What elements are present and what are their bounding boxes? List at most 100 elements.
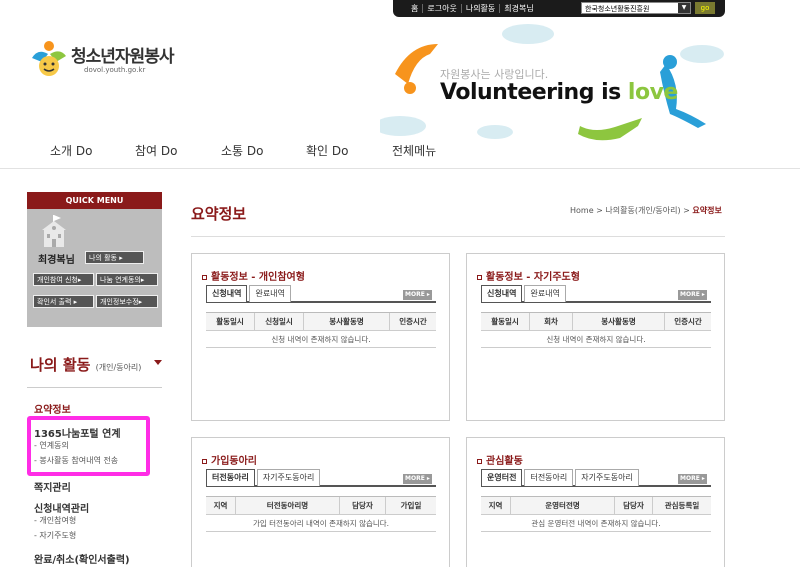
- column-header: 봉사활동명: [304, 313, 390, 330]
- more-button[interactable]: MORE ▸: [403, 474, 432, 484]
- quick-menu: 최경복님 나의 활동 ▸ 개인참여 신청▸ 나눔 연계동의▸ 확인서 출력 ▸ …: [27, 209, 162, 327]
- tab-base-club[interactable]: 터전동아리: [524, 469, 574, 486]
- tab-self-directed-club[interactable]: 자기주도동아리: [575, 469, 639, 486]
- nav-participate[interactable]: 참여 Do: [135, 142, 177, 159]
- panel-title-text: 활동정보 - 자기주도형: [486, 272, 580, 283]
- left-menu-personal-type[interactable]: - 개인참여형: [34, 515, 76, 526]
- tab-applied[interactable]: 신청내역: [481, 285, 523, 302]
- column-header: 터전동아리명: [236, 497, 340, 514]
- panel-self-directed-activity: 활동정보 - 자기주도형 신청내역 완료내역 MORE ▸ 활동일시 회차 봉사…: [466, 253, 725, 421]
- quick-menu-user-name: 최경복님: [38, 255, 75, 266]
- column-header: 회차: [530, 313, 573, 330]
- page: 홈 로그아웃 나의활동 최경복님 한국청소년활동진흥원 ▼ go 청소년자원봉사…: [0, 0, 800, 567]
- personal-apply-button[interactable]: 개인참여 신청▸: [33, 273, 94, 286]
- my-activity-link[interactable]: 나의활동: [460, 4, 499, 13]
- chevron-down-icon: ▼: [678, 3, 690, 13]
- left-menu-title-text: 나의 활동: [30, 356, 91, 374]
- column-header: 활동일시: [481, 313, 530, 330]
- nav-about[interactable]: 소개 Do: [50, 142, 92, 159]
- breadcrumb-current: 요약정보: [692, 206, 722, 215]
- user-name-link[interactable]: 최경복님: [499, 4, 537, 13]
- column-header: 운영터전명: [511, 497, 615, 514]
- column-header: 인증시간: [399, 317, 427, 326]
- table-header: 지역 터전동아리명 담당자 가입일: [206, 496, 436, 515]
- nav-confirm[interactable]: 확인 Do: [306, 142, 348, 159]
- banner-headline-accent: love: [627, 80, 678, 105]
- empty-message: 가입 터전동아리 내역이 존재하지 않습니다.: [206, 515, 436, 532]
- title-divider: [191, 236, 725, 237]
- left-menu-title: 나의 활동 (개인/동아리): [30, 354, 141, 375]
- panel-title-text: 관심활동: [486, 456, 523, 467]
- square-bullet-icon: [477, 458, 482, 464]
- panel-title: 활동정보 - 개인참여형: [202, 268, 305, 283]
- nav-all-menu[interactable]: 전체메뉴: [392, 142, 436, 159]
- more-button[interactable]: MORE ▸: [403, 290, 432, 300]
- empty-message: 신청 내역이 존재하지 않습니다.: [481, 331, 711, 348]
- logo-title[interactable]: 청소년자원봉사: [71, 42, 174, 67]
- table-header: 지역 운영터전명 담당자 관심등록일: [481, 496, 711, 515]
- column-header: 인증시간: [674, 317, 702, 326]
- empty-message: 신청 내역이 존재하지 않습니다.: [206, 331, 436, 348]
- column-header: 가입일: [400, 501, 422, 510]
- square-bullet-icon: [202, 274, 207, 280]
- tab-base-club[interactable]: 터전동아리: [206, 469, 255, 486]
- panel-interests: 관심활동 운영터전 터전동아리 자기주도동아리 MORE ▸ 지역 운영터전명 …: [466, 437, 725, 567]
- nav-divider: [0, 168, 800, 169]
- panel-joined-clubs: 가입동아리 터전동아리 자기주도동아리 MORE ▸ 지역 터전동아리명 담당자…: [191, 437, 450, 567]
- school-icon: [42, 215, 66, 247]
- more-button[interactable]: MORE ▸: [678, 290, 707, 300]
- chevron-down-icon[interactable]: [154, 360, 162, 365]
- highlight-box: [27, 416, 150, 476]
- banner-headline: Volunteering is love: [440, 80, 678, 105]
- panel-title: 활동정보 - 자기주도형: [477, 268, 580, 283]
- share-consent-button[interactable]: 나눔 연계동의▸: [96, 273, 158, 286]
- column-header: 신청일시: [255, 313, 304, 330]
- panel-title: 관심활동: [477, 452, 523, 467]
- column-header: 활동일시: [206, 313, 255, 330]
- column-header: 봉사활동명: [573, 313, 665, 330]
- panel-title-text: 가입동아리: [211, 456, 257, 467]
- panel-tabs: 운영터전 터전동아리 자기주도동아리: [481, 469, 711, 487]
- column-header: 지역: [481, 497, 511, 514]
- breadcrumb-mid[interactable]: 나의활동(개인/동아리): [605, 206, 680, 215]
- logo-icon[interactable]: [28, 40, 70, 80]
- panel-tabs: 신청내역 완료내역: [206, 285, 436, 303]
- left-menu-self-directed[interactable]: - 자기주도형: [34, 530, 76, 541]
- left-menu-completed[interactable]: 완료/취소(확인서출력): [34, 551, 130, 566]
- tab-completed[interactable]: 완료내역: [524, 285, 566, 302]
- column-header: 담당자: [615, 497, 653, 514]
- square-bullet-icon: [202, 458, 207, 464]
- square-bullet-icon: [477, 274, 482, 280]
- logout-link[interactable]: 로그아웃: [422, 4, 460, 13]
- panel-title-text: 활동정보 - 개인참여형: [211, 272, 305, 283]
- left-menu-divider: [27, 387, 162, 388]
- logo-url: dovol.youth.go.kr: [84, 66, 146, 74]
- empty-message: 관심 운영터전 내역이 존재하지 않습니다.: [481, 515, 711, 532]
- breadcrumb-sep: >: [593, 206, 606, 215]
- breadcrumb-home[interactable]: Home: [570, 206, 594, 215]
- tab-operating-base[interactable]: 운영터전: [481, 469, 523, 486]
- left-menu-messages[interactable]: 쪽지관리: [34, 479, 71, 494]
- nav-communicate[interactable]: 소통 Do: [221, 142, 263, 159]
- tab-applied[interactable]: 신청내역: [206, 285, 248, 302]
- panel-tabs: 터전동아리 자기주도동아리: [206, 469, 436, 487]
- panel-title: 가입동아리: [202, 452, 257, 467]
- home-link[interactable]: 홈: [407, 4, 422, 13]
- tab-completed[interactable]: 완료내역: [249, 285, 291, 302]
- tab-self-directed-club[interactable]: 자기주도동아리: [256, 469, 321, 486]
- page-title: 요약정보: [191, 205, 247, 223]
- go-button[interactable]: go: [695, 2, 715, 14]
- my-activity-button[interactable]: 나의 활동 ▸: [85, 251, 144, 264]
- breadcrumb: Home > 나의활동(개인/동아리) > 요약정보: [570, 205, 722, 216]
- panel-tabs: 신청내역 완료내역: [481, 285, 711, 303]
- edit-profile-button[interactable]: 개인정보수정▸: [96, 295, 158, 308]
- certificate-print-button[interactable]: 확인서 출력 ▸: [33, 295, 94, 308]
- left-menu-applications[interactable]: 신청내역관리: [34, 500, 89, 515]
- column-header: 담당자: [340, 497, 386, 514]
- more-button[interactable]: MORE ▸: [678, 474, 707, 484]
- org-select[interactable]: 한국청소년활동진흥원 ▼: [581, 2, 691, 14]
- panel-personal-activity: 활동정보 - 개인참여형 신청내역 완료내역 MORE ▸ 활동일시 신청일시 …: [191, 253, 450, 421]
- column-header: 지역: [206, 497, 236, 514]
- left-menu-summary[interactable]: 요약정보: [34, 401, 71, 416]
- quick-menu-header: QUICK MENU: [27, 192, 162, 209]
